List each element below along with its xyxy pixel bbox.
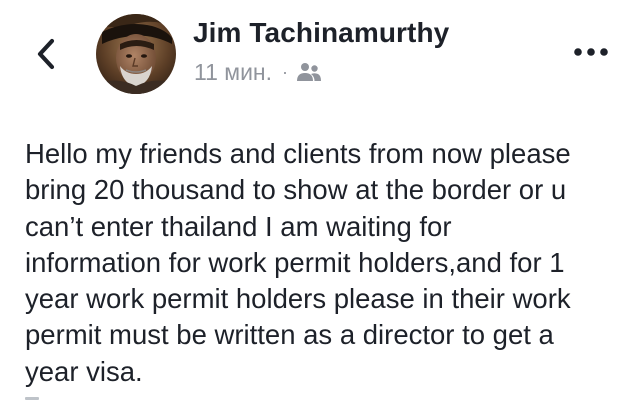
more-options-button[interactable] xyxy=(571,40,611,64)
chevron-left-icon xyxy=(37,38,55,70)
avatar[interactable] xyxy=(96,14,176,94)
author-name[interactable]: Jim Tachinamurthy xyxy=(193,17,449,49)
user-avatar-photo xyxy=(96,14,176,94)
post-timestamp[interactable]: 11 мин. xyxy=(194,59,272,86)
friends-icon[interactable] xyxy=(296,60,322,84)
post-header: Jim Tachinamurthy 11 мин. · xyxy=(0,0,640,110)
back-button[interactable] xyxy=(28,34,64,74)
post-text: Hello my friends and clients from now pl… xyxy=(25,138,571,387)
meta-separator: · xyxy=(282,61,289,82)
more-horizontal-icon xyxy=(574,48,608,56)
divider xyxy=(25,397,39,400)
post-meta: 11 мин. · xyxy=(194,58,322,86)
